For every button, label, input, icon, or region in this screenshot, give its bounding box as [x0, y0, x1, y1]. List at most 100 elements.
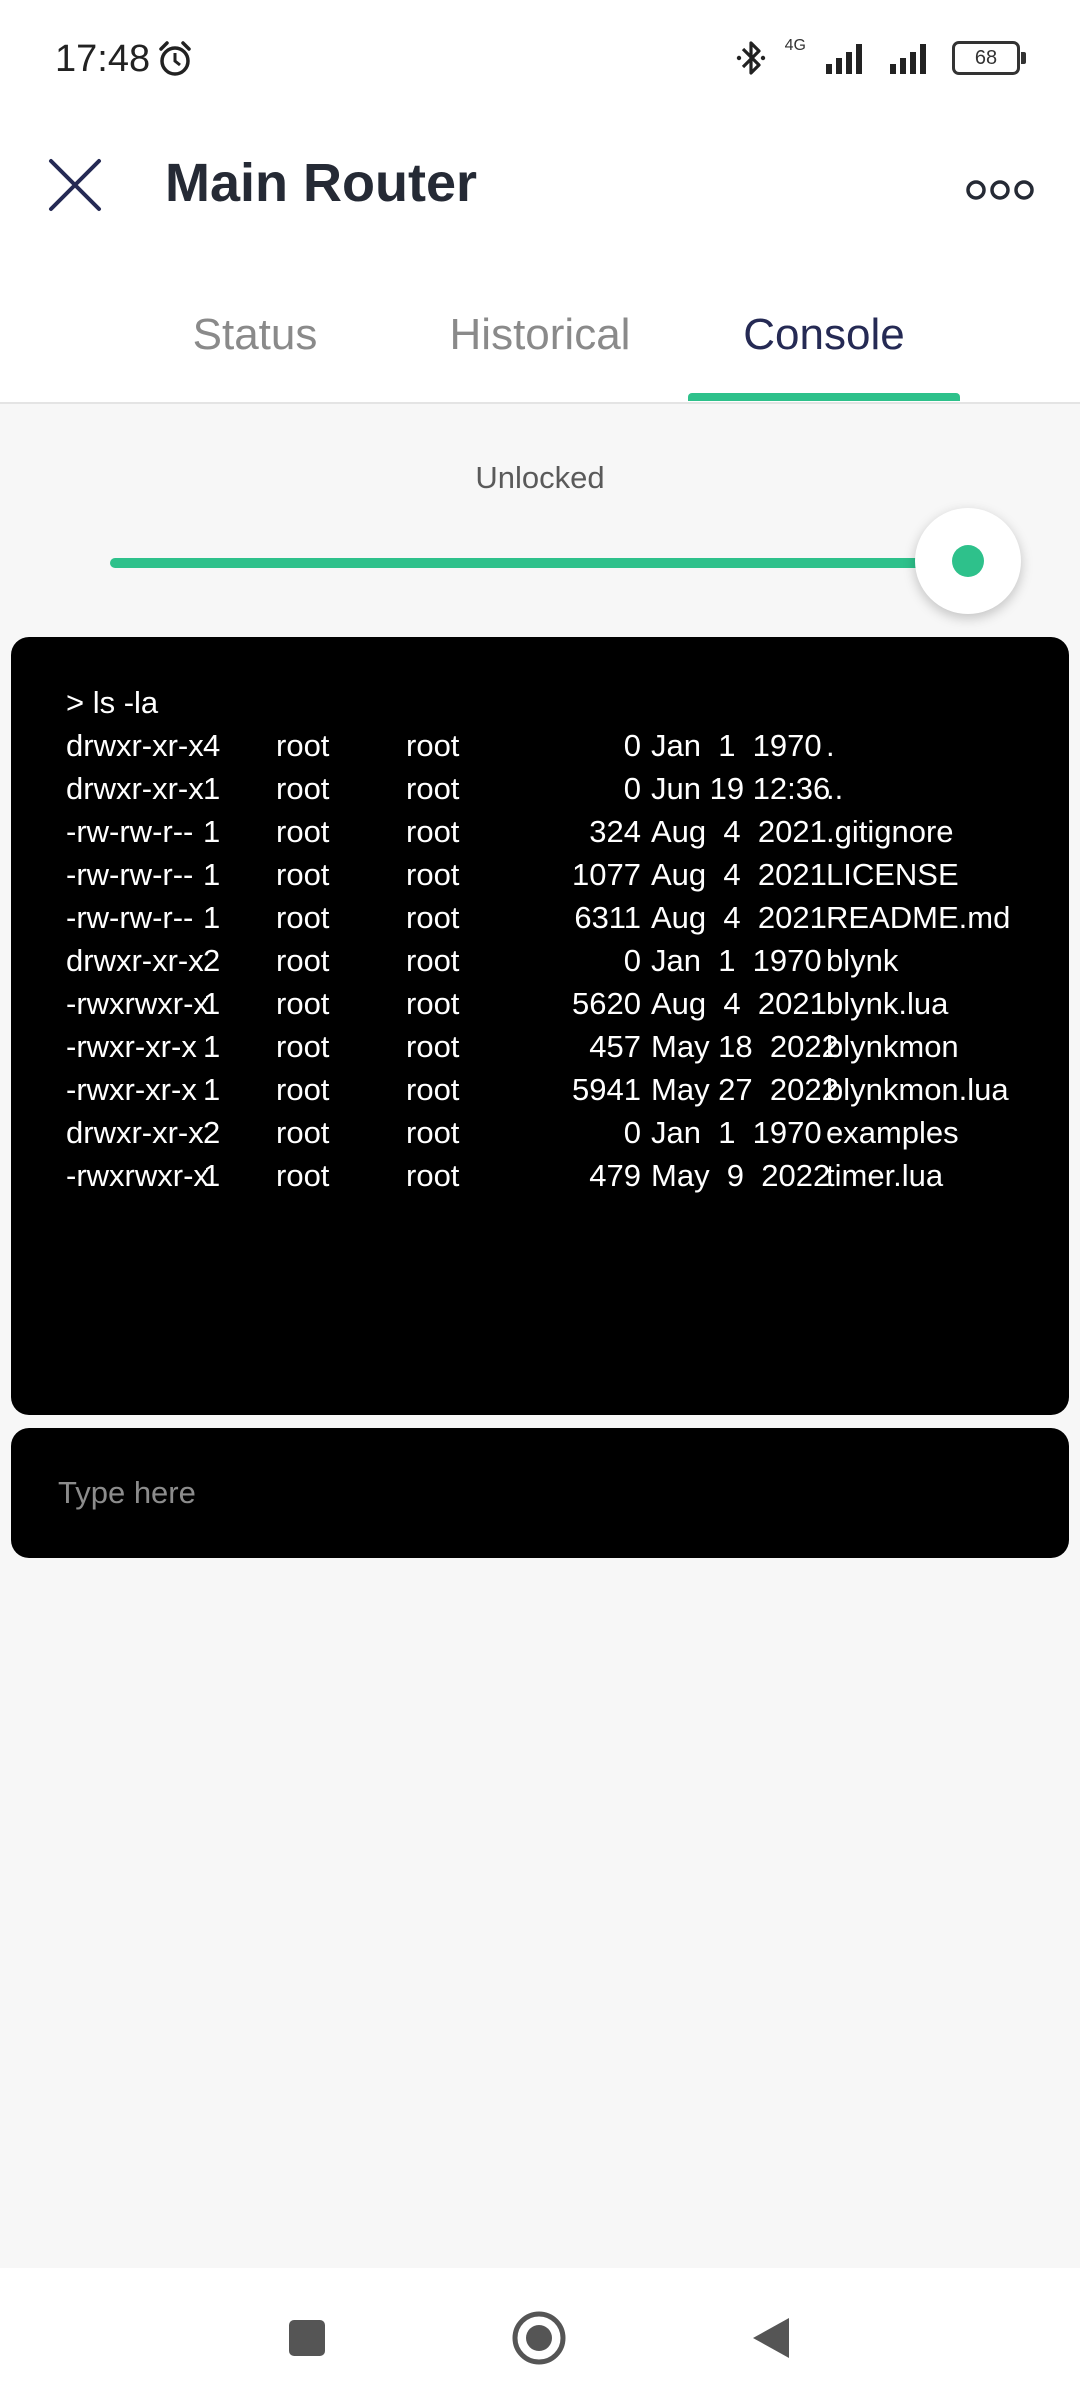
entry-date: May 27 2022 [651, 1072, 839, 1107]
status-icons: 4G 68 [735, 36, 1026, 80]
entry-filename: blynkmon [826, 1029, 959, 1064]
tab-status[interactable]: Status [160, 310, 350, 360]
back-icon [753, 2318, 789, 2358]
entry-date: Jun 19 12:36 [651, 771, 831, 806]
entry-group: root [406, 900, 460, 935]
terminal-input-container [11, 1428, 1069, 1558]
entry-filename: blynk [826, 943, 899, 978]
terminal-entry-row: drwxr-xr-x 2 root root 0 Jan 1 1970 examples [66, 1111, 1069, 1154]
entry-group: root [406, 728, 460, 763]
back-button[interactable] [741, 2308, 801, 2368]
entry-size: 6311 [574, 900, 641, 935]
entry-size: 324 [589, 814, 641, 849]
lock-slider-track[interactable] [110, 558, 970, 568]
entry-size: 0 [623, 943, 641, 978]
entry-links: 2 [203, 943, 221, 978]
entry-date: Aug 4 2021 [651, 814, 827, 849]
network-type-label: 4G [784, 37, 806, 54]
more-options-button[interactable] [960, 160, 1040, 220]
terminal-command-line: > ls -la [66, 681, 1069, 724]
entry-links: 1 [203, 1158, 221, 1193]
terminal-entries: drwxr-xr-x 4 root root 0 Jan 1 1970. drwxr-xr-… [66, 724, 1069, 1197]
lock-slider-thumb[interactable] [915, 508, 1021, 614]
entry-owner: root [276, 1158, 330, 1193]
close-icon [49, 159, 101, 211]
entry-date: Jan 1 1970 [651, 728, 822, 763]
entry-group: root [406, 1115, 460, 1150]
entry-filename: .gitignore [826, 814, 954, 849]
recents-button[interactable] [277, 2308, 337, 2368]
entry-date: Jan 1 1970 [651, 943, 822, 978]
terminal-entry-row: -rw-rw-r-- 1 root root 1077 Aug 4 2021 LICENSE [66, 853, 1069, 896]
terminal-input[interactable] [56, 1474, 1024, 1512]
entry-permissions: -rwxr-xr-x [66, 1029, 197, 1064]
entry-permissions: drwxr-xr-x [66, 771, 204, 806]
terminal-entry-row: -rwxr-xr-x 1 root root 457 May 18 2022 blynkmo… [66, 1025, 1069, 1068]
entry-filename: README.md [826, 900, 1011, 935]
tab-console[interactable]: Console [688, 310, 960, 360]
page-title: Main Router [165, 153, 478, 213]
entry-size: 0 [623, 1115, 641, 1150]
more-icon [966, 180, 1034, 200]
active-tab-indicator [688, 393, 960, 401]
slider-thumb-dot [952, 545, 984, 577]
signal-icon [890, 44, 926, 74]
entry-links: 1 [203, 771, 221, 806]
entry-permissions: -rw-rw-r-- [66, 814, 194, 849]
entry-filename: .. [826, 771, 844, 806]
entry-links: 2 [203, 1115, 221, 1150]
terminal-output: > ls -la drwxr-xr-x 4 root root 0 Jan 1 1970.… [11, 637, 1069, 1415]
entry-filename: LICENSE [826, 857, 959, 892]
entry-size: 0 [623, 771, 641, 806]
alarm-icon [159, 41, 191, 76]
entry-owner: root [276, 728, 330, 763]
terminal-entry-row: -rwxrwxr-x 1 root root 479 May 9 2022 timer.lu… [66, 1154, 1069, 1197]
entry-owner: root [276, 1115, 330, 1150]
terminal-entry-row: drwxr-xr-x 2 root root 0 Jan 1 1970 blynk [66, 939, 1069, 982]
entry-permissions: drwxr-xr-x [66, 728, 204, 763]
entry-date: Jan 1 1970 [651, 1115, 822, 1150]
status-time: 17:48 [55, 38, 151, 80]
home-icon [512, 2311, 566, 2365]
entry-owner: root [276, 1029, 330, 1064]
entry-date: May 9 2022 [651, 1158, 831, 1193]
entry-permissions: drwxr-xr-x [66, 1115, 204, 1150]
battery-level: 68 [974, 46, 998, 69]
entry-owner: root [276, 814, 330, 849]
bluetooth-icon [736, 41, 765, 75]
entry-date: Aug 4 2021 [651, 900, 827, 935]
terminal-entry-row: drwxr-xr-x 4 root root 0 Jan 1 1970. [66, 724, 1069, 767]
entry-group: root [406, 1029, 460, 1064]
tab-bar: Status Historical Console [0, 280, 1080, 404]
entry-owner: root [276, 986, 330, 1021]
entry-links: 1 [203, 1072, 221, 1107]
tab-historical[interactable]: Historical [430, 310, 650, 360]
entry-links: 1 [203, 857, 221, 892]
entry-owner: root [276, 771, 330, 806]
entry-group: root [406, 814, 460, 849]
home-button[interactable] [509, 2308, 569, 2368]
entry-links: 1 [203, 1029, 221, 1064]
entry-permissions: -rw-rw-r-- [66, 900, 194, 935]
entry-filename: blynk.lua [826, 986, 949, 1021]
entry-group: root [406, 857, 460, 892]
entry-group: root [406, 1072, 460, 1107]
entry-filename: timer.lua [826, 1158, 944, 1193]
entry-permissions: -rwxrwxr-x [66, 986, 209, 1021]
recents-icon [289, 2320, 325, 2356]
terminal-entry-row: -rw-rw-r-- 1 root root 324 Aug 4 2021 .gitigno… [66, 810, 1069, 853]
entry-group: root [406, 1158, 460, 1193]
entry-date: Aug 4 2021 [651, 986, 827, 1021]
entry-size: 1077 [572, 857, 641, 892]
signal-icon [826, 44, 862, 74]
entry-permissions: -rw-rw-r-- [66, 857, 194, 892]
entry-size: 0 [623, 728, 641, 763]
lock-status-label: Unlocked [475, 460, 605, 495]
battery-icon: 68 [952, 41, 1026, 75]
entry-size: 479 [589, 1158, 641, 1193]
entry-size: 457 [589, 1029, 641, 1064]
terminal-entry-row: -rwxr-xr-x 1 root root 5941 May 27 2022 blynkm… [66, 1068, 1069, 1111]
entry-group: root [406, 986, 460, 1021]
close-button[interactable] [40, 150, 110, 220]
terminal-entry-row: -rwxrwxr-x 1 root root 5620 Aug 4 2021 blynk.l… [66, 982, 1069, 1025]
